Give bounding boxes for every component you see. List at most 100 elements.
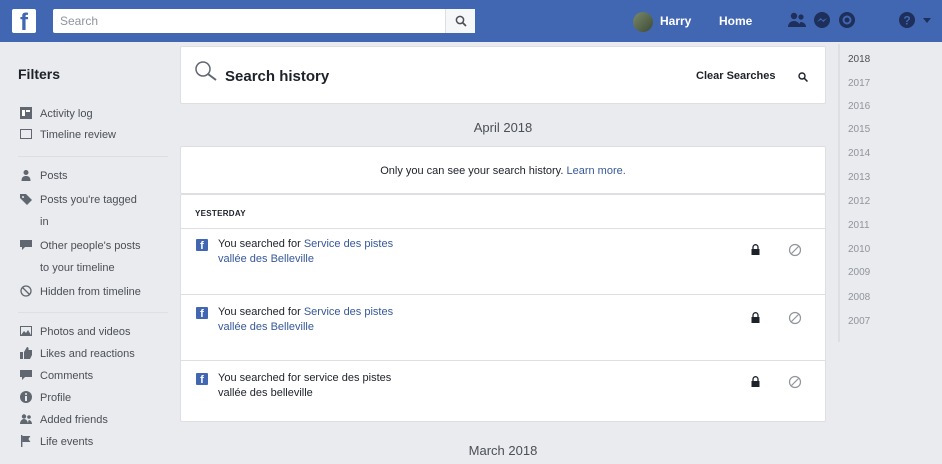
search-query-link[interactable]: Service des pistes <box>304 238 393 250</box>
help-icon[interactable]: ? <box>897 10 917 30</box>
day-label: YESTERDAY <box>195 209 246 218</box>
search-entry-text: You searched for Service des pistes vall… <box>218 237 458 267</box>
lock-icon[interactable] <box>751 376 760 387</box>
filter-label: Comments <box>40 370 94 382</box>
privacy-text: Only you can see your search history. <box>380 165 564 177</box>
search-entry-text: You searched for Service des pistes vall… <box>218 305 458 335</box>
friends-icon <box>20 413 32 425</box>
hide-icon[interactable] <box>788 311 802 325</box>
month-heading: April 2018 <box>473 120 533 135</box>
year-link[interactable]: 2008 <box>848 292 870 303</box>
profile-link[interactable]: Harry <box>660 14 691 28</box>
tag-icon <box>20 193 32 205</box>
search-history-header: Search history Clear Searches <box>180 46 826 104</box>
filter-activity-log[interactable]: Activity log <box>20 104 93 124</box>
person-icon <box>20 169 32 181</box>
hide-icon[interactable] <box>788 375 802 389</box>
filter-label: Activity log <box>40 108 93 120</box>
filter-label: Posts <box>40 170 68 182</box>
comment-icon <box>20 369 32 381</box>
search-icon[interactable] <box>798 72 808 82</box>
timeline-review-icon <box>20 128 32 140</box>
filter-likes[interactable]: Likes and reactions <box>20 344 135 364</box>
filter-added-friends[interactable]: Added friends <box>20 410 108 430</box>
facebook-icon: f <box>196 307 208 319</box>
filters-sidebar: Filters Activity log Timeline review Pos… <box>0 42 180 464</box>
year-link[interactable]: 2011 <box>848 220 870 231</box>
speech-bubble-icon <box>20 239 32 251</box>
top-bar: f Harry Home ? <box>0 0 942 42</box>
filter-timeline-review[interactable]: Timeline review <box>20 125 116 145</box>
list-item: f You searched for service des pistes va… <box>181 360 825 421</box>
filter-life-events[interactable]: Life events <box>20 432 93 452</box>
search-query-link[interactable]: vallée des Belleville <box>218 253 314 265</box>
entry-prefix: You searched for <box>218 238 301 250</box>
filter-posts[interactable]: Posts <box>20 166 68 186</box>
search-input[interactable] <box>53 9 445 33</box>
filter-other-posts[interactable]: Other people's posts <box>20 236 141 256</box>
year-link[interactable]: 2012 <box>848 196 870 207</box>
chevron-down-icon[interactable] <box>922 17 932 25</box>
facebook-icon: f <box>196 373 208 385</box>
search-history-list: YESTERDAY f You searched for Service des… <box>180 194 826 422</box>
privacy-text-wrap: Only you can see your search history. Le… <box>181 165 825 177</box>
activity-log-icon <box>20 107 32 119</box>
filter-label: Photos and videos <box>40 326 131 338</box>
filter-label: Profile <box>40 392 72 404</box>
filter-profile[interactable]: Profile <box>20 388 71 408</box>
clear-searches-button[interactable]: Clear Searches <box>696 70 776 82</box>
entry-query: vallée des belleville <box>218 387 313 399</box>
notifications-icon[interactable] <box>837 10 857 30</box>
flag-icon <box>20 435 32 447</box>
search-query-link[interactable]: vallée des Belleville <box>218 321 314 333</box>
facebook-icon: f <box>196 239 208 251</box>
filter-hidden[interactable]: Hidden from timeline <box>20 282 141 302</box>
like-icon <box>20 347 32 359</box>
lock-icon[interactable] <box>751 312 760 323</box>
year-link[interactable]: 2013 <box>848 172 870 183</box>
filter-label-cont: in <box>40 216 49 228</box>
year-link[interactable]: 2018 <box>848 54 870 65</box>
year-link[interactable]: 2016 <box>848 101 870 112</box>
filter-label: Life events <box>40 436 94 448</box>
year-link[interactable]: 2007 <box>848 316 870 327</box>
avatar[interactable] <box>633 12 653 32</box>
filter-posts-tagged[interactable]: Posts you're tagged <box>20 190 137 210</box>
svg-text:?: ? <box>903 14 910 28</box>
search-entry-text: You searched for service des pistes vall… <box>218 371 458 401</box>
filter-label: Other people's posts <box>40 240 141 252</box>
lock-icon[interactable] <box>751 244 760 255</box>
year-link[interactable]: 2015 <box>848 124 870 135</box>
divider <box>18 156 168 157</box>
search-icon <box>455 15 467 27</box>
year-link[interactable]: 2014 <box>848 148 870 159</box>
filter-label: Timeline review <box>40 129 117 141</box>
filters-title: Filters <box>18 66 61 82</box>
facebook-logo[interactable]: f <box>12 9 36 33</box>
friend-requests-icon[interactable] <box>787 10 807 30</box>
home-link[interactable]: Home <box>719 14 752 28</box>
month-heading: March 2018 <box>468 443 538 458</box>
messenger-icon[interactable] <box>812 10 832 30</box>
hide-icon[interactable] <box>788 243 802 257</box>
page-title: Search history <box>225 68 330 85</box>
list-item: f You searched for Service des pistes va… <box>181 294 825 360</box>
filter-label: Hidden from timeline <box>40 286 141 298</box>
privacy-notice: Only you can see your search history. Le… <box>180 146 826 194</box>
filter-label-cont: to your timeline <box>40 262 115 274</box>
year-link[interactable]: 2017 <box>848 78 870 89</box>
entry-prefix: You searched for service des pistes <box>218 372 392 384</box>
search-button[interactable] <box>445 9 475 33</box>
year-link[interactable]: 2009 <box>848 267 870 278</box>
filter-label: Added friends <box>40 414 108 426</box>
info-icon <box>20 391 32 403</box>
divider <box>18 312 168 313</box>
filter-comments[interactable]: Comments <box>20 366 93 386</box>
year-link[interactable]: 2010 <box>848 244 870 255</box>
learn-more-link[interactable]: Learn more. <box>566 165 625 177</box>
hidden-icon <box>20 285 32 297</box>
year-navigation: 2018 2017 2016 2015 2014 2013 2012 2011 … <box>838 44 898 342</box>
photo-icon <box>20 325 32 337</box>
search-query-link[interactable]: Service des pistes <box>304 306 393 318</box>
filter-photos[interactable]: Photos and videos <box>20 322 131 342</box>
